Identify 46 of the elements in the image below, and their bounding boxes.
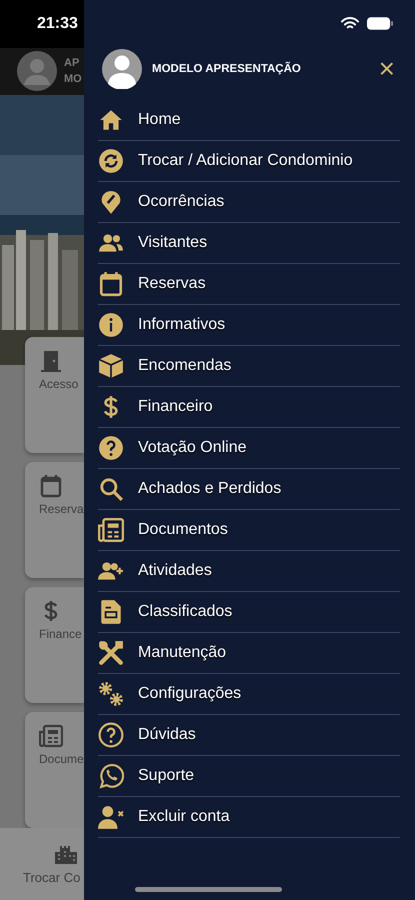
help-icon [98,435,124,461]
menu-item[interactable]: Achados e Perdidos [98,469,400,510]
user-name: MODELO APRESENTAÇÃO [152,63,302,75]
card-label: Reserva [39,502,84,516]
menu-item[interactable]: Financeiro [98,387,400,428]
menu-item[interactable]: Trocar / Adicionar Condominio [98,141,400,182]
header-subtitle: MO [64,72,82,88]
menu-item[interactable]: Dúvidas [98,715,400,756]
card-label: Docume [39,752,84,766]
menu-item[interactable]: Encomendas [98,346,400,387]
menu-item[interactable]: Informativos [98,305,400,346]
menu-item[interactable]: Suporte [98,756,400,797]
menu-item[interactable]: Home [98,100,400,141]
card-label: Finance [39,627,82,641]
menu-item[interactable]: Configurações [98,674,400,715]
avatar-icon [17,51,57,92]
info-icon [98,312,124,338]
menu-item[interactable]: Visitantes [98,223,400,264]
search-icon [98,476,124,502]
refresh-icon [98,148,124,174]
menu-item[interactable]: Votação Online [98,428,400,469]
battery-icon [367,16,393,30]
avatar-icon [102,49,142,89]
menu-item[interactable]: Ocorrências [98,182,400,223]
person-remove-icon [98,804,124,830]
help-icon [98,722,124,748]
door-icon [39,349,63,373]
status-time: 21:33 [37,14,78,33]
close-button[interactable]: × [374,55,399,83]
newspaper-icon [39,724,63,748]
menu-item[interactable]: Classificados [98,592,400,633]
gears-icon [98,681,124,707]
phone-chat-icon [98,763,124,789]
wrench-screwdriver-icon [98,640,124,666]
menu-item[interactable]: Reservas [98,264,400,305]
menu-item[interactable]: Atividades [98,551,400,592]
calendar-icon [39,474,63,498]
wifi-icon [341,16,359,30]
box-icon [98,353,124,379]
header-title: AP [64,56,80,72]
menu-item[interactable]: Manutenção [98,633,400,674]
newspaper-icon [98,517,124,543]
calendar-icon [98,271,124,297]
menu-item[interactable]: Excluir conta [98,797,400,838]
card-label: Acesso [39,377,78,391]
menu-item[interactable]: Documentos [98,510,400,551]
